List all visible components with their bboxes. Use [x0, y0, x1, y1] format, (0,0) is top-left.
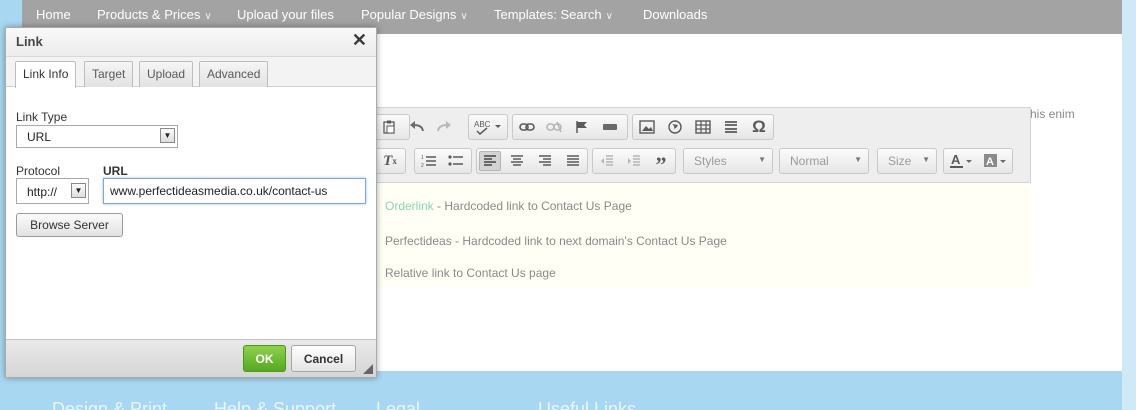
- spellcheck-group: ABC: [468, 114, 508, 140]
- tab-advanced[interactable]: Advanced: [199, 61, 269, 87]
- chevron-down-icon: ∨: [204, 11, 212, 22]
- close-icon[interactable]: ✕: [352, 30, 367, 51]
- styles-combo[interactable]: Styles ▼: [683, 148, 773, 174]
- resize-handle-icon[interactable]: [363, 364, 373, 374]
- paste-icon[interactable]: [378, 117, 400, 137]
- dialog-titlebar[interactable]: Link ✕: [6, 28, 376, 57]
- svg-text:ABC: ABC: [474, 120, 491, 129]
- unlink-icon[interactable]: [543, 117, 565, 137]
- page-edge: [1122, 0, 1136, 410]
- outdent-icon[interactable]: [596, 151, 618, 171]
- special-character-icon[interactable]: Ω: [748, 117, 770, 137]
- undo-icon[interactable]: [406, 116, 428, 136]
- anchor-flag-icon[interactable]: [571, 117, 593, 137]
- align-left-icon[interactable]: [479, 151, 501, 171]
- cancel-button[interactable]: Cancel: [291, 345, 356, 372]
- page-break-icon[interactable]: [720, 117, 742, 137]
- nav-item-home[interactable]: Home: [36, 7, 71, 22]
- footer-heading: Legal: [376, 399, 421, 410]
- align-center-icon[interactable]: [506, 151, 528, 171]
- numbered-list-icon[interactable]: 12: [418, 151, 440, 171]
- chevron-down-icon: ▼: [854, 155, 862, 164]
- list-group: 12: [414, 148, 472, 174]
- align-right-icon[interactable]: [534, 151, 556, 171]
- indent-icon[interactable]: [623, 151, 645, 171]
- chevron-down-icon: ▼: [922, 155, 930, 164]
- dialog-tabs: Link Info Target Upload Advanced: [6, 57, 376, 88]
- chevron-down-icon: ▼: [160, 128, 175, 143]
- nav-item-products-prices[interactable]: Products & Prices ∨: [97, 7, 212, 22]
- footer-heading: Design & Print: [52, 399, 168, 410]
- nav-item-templates-search[interactable]: Templates: Search ∨: [494, 7, 613, 22]
- editor-content[interactable]: Orderlink - Hardcoded link to Contact Us…: [376, 183, 1031, 287]
- table-icon[interactable]: [692, 117, 714, 137]
- tab-link-info[interactable]: Link Info: [15, 61, 77, 88]
- dialog-title: Link: [16, 34, 43, 49]
- ok-button[interactable]: OK: [243, 345, 286, 372]
- browse-server-button[interactable]: Browse Server: [16, 213, 123, 237]
- remove-format-icon[interactable]: Tx: [379, 151, 401, 171]
- color-group: A A: [943, 148, 1013, 174]
- svg-text:A: A: [951, 153, 961, 167]
- content-line: Relative link to Contact Us page: [385, 266, 556, 280]
- insert-group: Ω: [632, 114, 774, 140]
- link-type-label: Link Type: [16, 110, 68, 124]
- chevron-down-icon: ∨: [460, 11, 468, 22]
- body-text-snippet: his enim: [1030, 107, 1075, 121]
- chevron-down-icon: ∨: [605, 11, 613, 22]
- nav-item-downloads[interactable]: Downloads: [643, 7, 707, 22]
- text-color-icon[interactable]: A: [948, 151, 976, 171]
- redo-icon[interactable]: [433, 116, 455, 136]
- footer-heading: Useful Links: [538, 399, 637, 410]
- link-group: [512, 114, 628, 140]
- link-dialog: Link ✕ Link Info Target Upload Advanced …: [5, 27, 377, 378]
- content-line: Perfectideas - Hardcoded link to next do…: [385, 234, 727, 248]
- format-combo[interactable]: Normal ▼: [779, 148, 869, 174]
- content-line: Orderlink - Hardcoded link to Contact Us…: [385, 199, 632, 213]
- protocol-select[interactable]: http:// ▼: [16, 178, 89, 204]
- remove-format-group: Tx: [376, 148, 406, 174]
- link-type-select[interactable]: URL ▼: [16, 125, 178, 148]
- bulleted-list-icon[interactable]: [445, 151, 467, 171]
- chevron-down-icon: ▼: [758, 155, 766, 164]
- svg-text:1: 1: [421, 155, 424, 161]
- background-color-icon[interactable]: A: [982, 151, 1010, 171]
- dialog-footer: OK Cancel: [6, 339, 376, 377]
- globe-icon[interactable]: [664, 117, 686, 137]
- protocol-label: Protocol: [16, 164, 61, 178]
- nav-item-upload[interactable]: Upload your files: [237, 7, 334, 22]
- align-group: [476, 148, 588, 174]
- tab-upload[interactable]: Upload: [139, 61, 194, 87]
- orderlink-link[interactable]: Orderlink: [385, 199, 434, 213]
- blockquote-icon[interactable]: ”: [650, 151, 672, 177]
- spellcheck-icon[interactable]: ABC: [472, 117, 504, 137]
- link-icon[interactable]: [516, 117, 538, 137]
- tab-target[interactable]: Target: [84, 61, 134, 87]
- indent-group: ”: [592, 148, 676, 177]
- history-group: [403, 114, 463, 140]
- nav-item-popular-designs[interactable]: Popular Designs ∨: [361, 7, 468, 22]
- footer-heading: Help & Support: [214, 399, 337, 410]
- svg-text:A: A: [986, 156, 994, 168]
- chevron-down-icon: ▼: [71, 183, 86, 198]
- image-icon[interactable]: [636, 117, 658, 137]
- horizontal-rule-icon[interactable]: [599, 117, 621, 137]
- svg-text:2: 2: [421, 163, 424, 168]
- align-justify-icon[interactable]: [562, 151, 584, 171]
- url-label: URL: [103, 164, 128, 178]
- size-combo[interactable]: Size ▼: [877, 148, 937, 174]
- url-input[interactable]: www.perfectideasmedia.co.uk/contact-us: [103, 178, 366, 204]
- editor-toolbar: ABC Ω Tx 12 ” Styles ▼ Normal ▼ Size ▼ A…: [376, 107, 1031, 183]
